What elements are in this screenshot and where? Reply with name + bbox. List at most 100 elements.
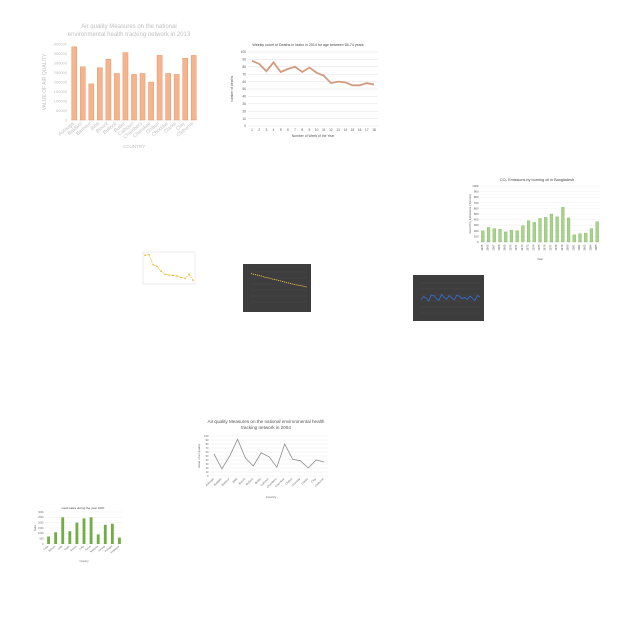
x-tick-label: 18 (372, 128, 376, 132)
y-axis-label: Value of air quality (197, 443, 201, 468)
bar (88, 83, 95, 121)
chart-small-yellow-line (135, 248, 198, 290)
x-tick-label: 1970 (508, 244, 512, 251)
bar (96, 534, 100, 544)
x-tick-label: 1969 (503, 244, 507, 251)
x-tick-label: 1967 (491, 244, 495, 251)
bar (504, 231, 508, 243)
data-point (176, 275, 178, 277)
x-axis-label: Year (537, 257, 543, 261)
chart-background (413, 275, 484, 321)
y-tick-label: 350000 (54, 51, 68, 56)
bar (555, 216, 559, 243)
y-tick-label: 300 (474, 223, 479, 227)
bar (538, 218, 542, 243)
chart-title: tracking network in 2004 (241, 425, 291, 430)
chart-air-quality-2004: Air quality Measures on the national env… (196, 416, 336, 506)
x-tick-label: 1978 (554, 244, 558, 251)
y-tick-label: 700 (474, 201, 479, 205)
bar (68, 531, 72, 544)
chart-air-quality-2013-svg: Air quality Measures on the national envi… (42, 24, 198, 149)
y-tick-label: 10 (206, 470, 209, 474)
bar (584, 232, 588, 243)
y-tick-label: 150000 (54, 89, 68, 94)
y-tick-label: 500 (474, 212, 479, 216)
x-tick-label: 1975 (537, 244, 541, 251)
bar (103, 524, 107, 544)
y-tick-label: 400000 (54, 42, 68, 47)
x-tick-label: 1985 (594, 244, 598, 251)
x-axis-label: Country (79, 559, 89, 563)
y-tick-label: 90 (206, 438, 209, 442)
x-tick-label: 2 (258, 128, 260, 132)
y-tick-label: 1000 (38, 532, 44, 535)
x-tick-label: 9 (309, 128, 311, 132)
chart-dark-blue-line-svg (413, 275, 484, 321)
x-tick-label: 17 (365, 128, 369, 132)
y-tick-label: 0 (65, 118, 68, 123)
bar (492, 228, 496, 243)
bar (105, 59, 112, 121)
bar (526, 220, 531, 243)
x-tick-label: 1965 (480, 244, 484, 251)
bar (515, 230, 519, 243)
x-tick-label: 3 (265, 128, 267, 132)
bar (190, 55, 197, 121)
series-line (144, 254, 194, 281)
x-tick-label: 11 (322, 128, 326, 132)
y-axis-label: number of deaths (230, 76, 234, 103)
y-tick-label: 0 (207, 474, 209, 478)
y-tick-label: 40 (242, 95, 246, 99)
chart-title: CO₂ Emissions by burning oil in Banglade… (500, 178, 574, 182)
data-point (192, 279, 194, 281)
data-point (180, 276, 182, 279)
x-tick-label: 1976 (543, 244, 547, 251)
chart-title: Weekly count of Deaths in Idaho in 2014 … (252, 43, 363, 47)
x-tick-label: Chile (57, 545, 64, 551)
chart-land-sales-1997: Land sales during the year 1997 0 500 1000 1… (33, 504, 125, 564)
y-tick-label: 50 (206, 454, 209, 458)
data-point (164, 273, 166, 276)
bar (71, 46, 78, 121)
bar (486, 227, 491, 243)
x-tick-label: 15 (351, 128, 355, 132)
chart-co2-bangladesh: CO₂ Emissions by burning oil in Banglade… (467, 174, 605, 263)
y-tick-label: 10 (242, 117, 246, 121)
y-tick-label: 100 (204, 434, 209, 438)
y-tick-label: 200000 (54, 80, 68, 85)
y-tick-label: 2000 (38, 522, 44, 525)
bar (118, 537, 121, 544)
chart-title: Land sales during the year 1997 (62, 506, 105, 510)
x-tick-label: 1984 (588, 244, 592, 251)
bar (139, 73, 146, 121)
chart-land-sales-1997-svg: Land sales during the year 1997 0 500 1000 1… (33, 506, 123, 563)
y-tick-label: 70 (242, 72, 246, 76)
y-axis-label: VALUE OF AIR QUALITY (42, 53, 48, 110)
x-tick-label: 7 (294, 128, 296, 132)
y-tick-label: 30 (206, 462, 209, 466)
y-tick-label: 900 (474, 190, 479, 194)
chart-dark-declining-line-svg (243, 264, 311, 312)
bar (509, 230, 514, 243)
data-point (144, 254, 146, 256)
y-tick-label: 70 (206, 446, 209, 450)
x-axis-label: Country (266, 495, 277, 499)
plot-frame (142, 251, 196, 285)
y-tick-label: 300000 (54, 61, 68, 66)
bar (122, 52, 129, 121)
y-tick-label: 20 (206, 466, 209, 470)
x-tick-label: 10 (315, 128, 319, 132)
x-tick-label: 1982 (577, 244, 581, 251)
bar (97, 67, 103, 121)
x-tick-label: 8 (301, 128, 303, 132)
y-tick-label: 3000 (38, 511, 44, 514)
data-point (152, 264, 154, 266)
chart-air-quality-2004-svg: Air quality Measures on the national env… (197, 419, 328, 499)
x-tick-label: 14 (344, 128, 348, 132)
bar (566, 217, 571, 243)
x-tick-label: 12 (329, 128, 333, 132)
y-tick-label: 1000 (472, 184, 479, 188)
y-tick-label: 40 (206, 458, 209, 462)
y-tick-label: 250000 (54, 70, 68, 75)
y-tick-label: 80 (206, 442, 209, 446)
